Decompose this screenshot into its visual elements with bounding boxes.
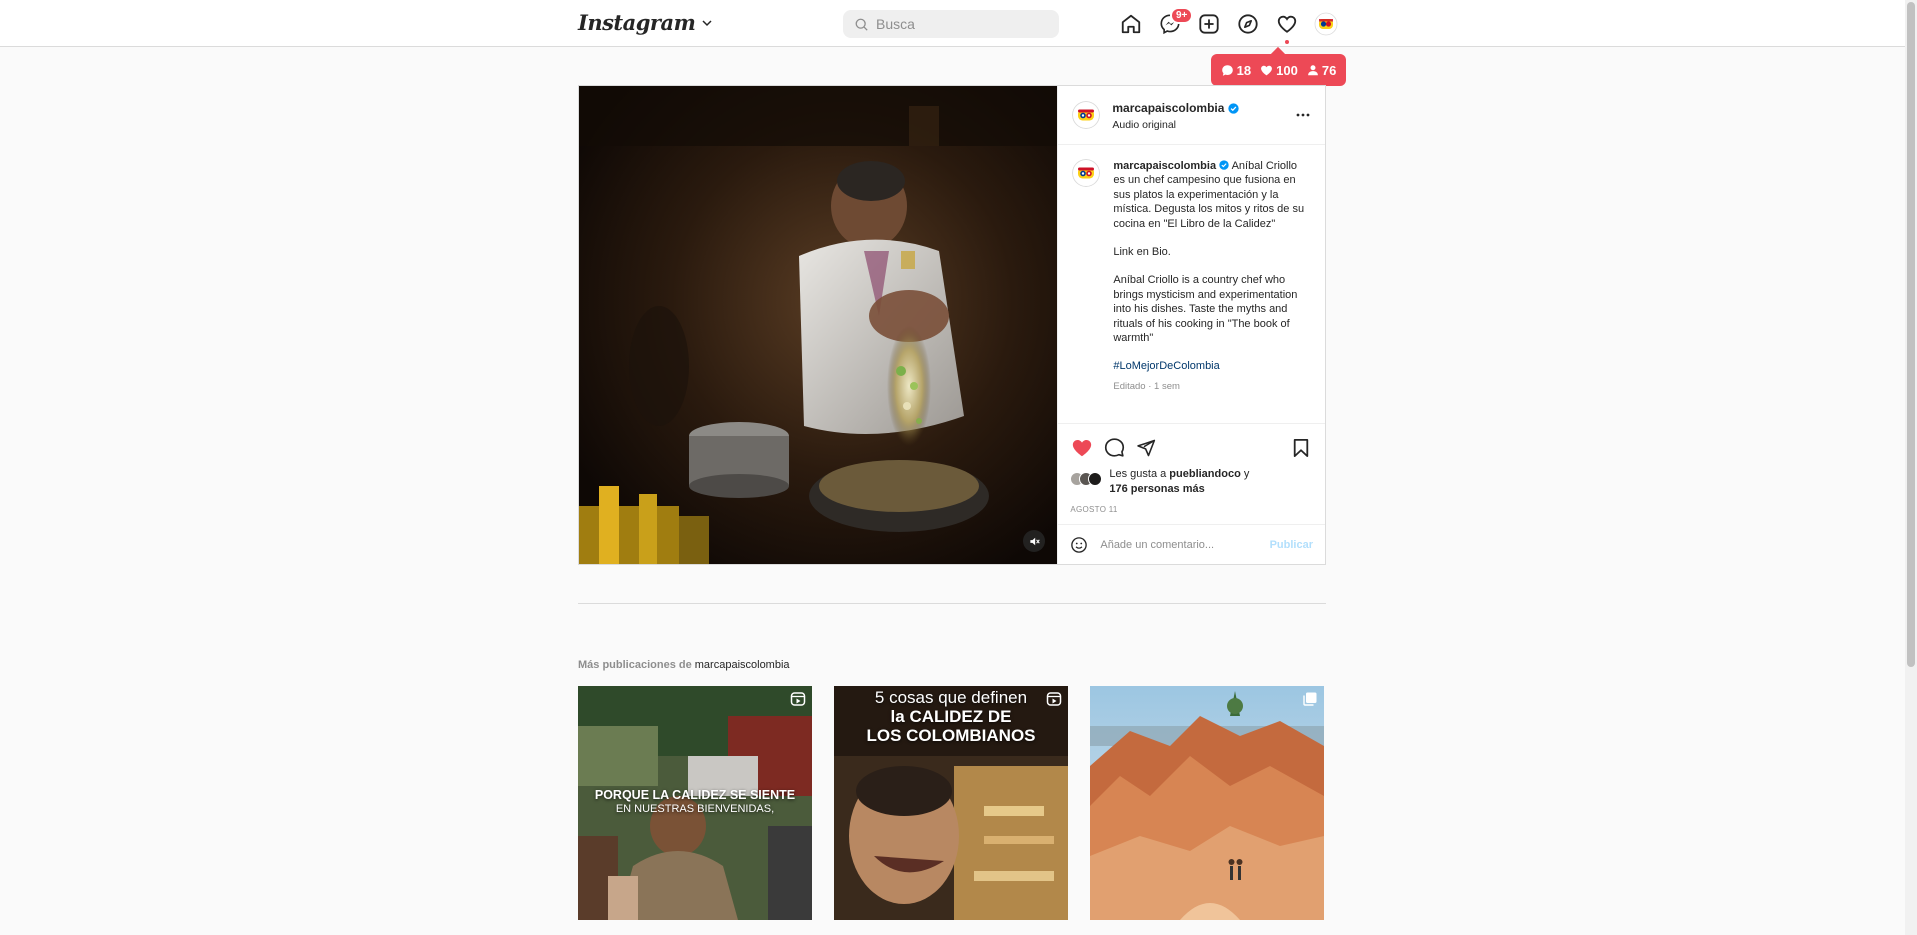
messages-badge: 9+ [1170, 7, 1194, 24]
scrollbar-thumb[interactable] [1907, 2, 1915, 667]
caption-area: marcapaiscolombia Aníbal Criollo es un c… [1058, 145, 1325, 423]
person-icon [1307, 65, 1318, 76]
video-frame [579, 86, 1058, 564]
publish-button[interactable]: Publicar [1270, 539, 1313, 551]
more-posts-username[interactable]: marcapaiscolombia [695, 659, 790, 671]
tip-comments-count: 18 [1236, 62, 1252, 78]
thumb-line: PORQUE LA CALIDEZ SE SIENTE [594, 788, 796, 802]
bookmark-icon [1293, 438, 1309, 457]
chevron-down-icon[interactable] [701, 17, 713, 29]
post-header: marcapaiscolombia Audio original [1058, 86, 1325, 145]
post-date[interactable]: AGOSTO 11 [1058, 501, 1325, 525]
page-scrollbar[interactable] [1905, 0, 1917, 935]
thumb-line: EN NUESTRAS BIENVENIDAS, [615, 803, 775, 815]
likes-others-link[interactable]: 176 personas más [1109, 483, 1204, 495]
section-divider [578, 603, 1326, 604]
thumb-overlay-text: 5 cosas que definen la CALIDEZ DE LOS CO… [834, 688, 1068, 745]
hashtag-link[interactable]: #LoMejorDeColombia [1113, 360, 1219, 372]
caption-meta: Editado · 1 sem [1113, 380, 1180, 392]
reel-icon [1046, 692, 1062, 706]
messenger-icon[interactable]: 9+ [1158, 7, 1194, 36]
post-video[interactable] [579, 86, 1058, 564]
comment-icon [1104, 438, 1124, 457]
caption-avatar[interactable] [1072, 159, 1101, 187]
heart-icon [1261, 65, 1273, 75]
tip-followers-count: 76 [1321, 62, 1337, 78]
tip-likes-count: 100 [1276, 62, 1298, 78]
thumb-line: LOS COLOMBIANOS [866, 726, 1036, 745]
comment-button[interactable] [1102, 436, 1126, 460]
thumb-line: 5 cosas que definen [874, 688, 1028, 707]
activity-heart-icon[interactable] [1275, 12, 1299, 44]
verified-badge-icon [1219, 160, 1229, 170]
heart-filled-icon [1073, 439, 1092, 456]
share-button[interactable] [1134, 436, 1158, 460]
carousel-icon [1303, 692, 1317, 706]
more-options-icon[interactable] [1295, 107, 1311, 123]
save-button[interactable] [1289, 436, 1313, 460]
logo-wordmark: Instagram [578, 10, 696, 35]
tip-followers: 76 [1307, 63, 1336, 78]
post-username-text: marcapaiscolombia [1112, 101, 1225, 115]
activity-tooltip[interactable]: 18 100 76 [1211, 54, 1346, 86]
brand-avatar[interactable] [1072, 101, 1101, 129]
grid-post[interactable]: PORQUE LA CALIDEZ SE SIENTE EN NUESTRAS … [578, 686, 812, 920]
reel-icon [790, 692, 806, 706]
caption-text: marcapaiscolombia Aníbal Criollo es un c… [1113, 159, 1308, 423]
caption-link-line: Link en Bio. [1113, 246, 1171, 259]
nav-icons: 9+ [1119, 7, 1338, 44]
likes-summary: Les gusta a puebliandoco y 176 personas … [1058, 467, 1325, 501]
post-username[interactable]: marcapaiscolombia [1112, 101, 1240, 115]
new-post-icon[interactable] [1197, 12, 1221, 36]
emoji-icon[interactable] [1070, 536, 1088, 554]
post-card: marcapaiscolombia Audio original marcapa… [578, 85, 1326, 565]
thumb-line: la CALIDEZ DE [890, 707, 1012, 726]
liker-avatar[interactable] [1088, 472, 1103, 486]
grid-post[interactable]: 5 cosas que definen la CALIDEZ DE LOS CO… [834, 686, 1068, 920]
top-navigation-bar: Instagram 9+ [0, 0, 1905, 47]
search-input[interactable] [876, 16, 1046, 32]
thumb-overlay-text: PORQUE LA CALIDEZ SE SIENTE EN NUESTRAS … [578, 788, 812, 816]
comment-bubble-icon [1221, 64, 1233, 76]
home-icon[interactable] [1119, 12, 1143, 36]
instagram-logo[interactable]: Instagram [578, 10, 713, 35]
like-button[interactable] [1070, 436, 1094, 460]
tip-likes: 100 [1260, 63, 1298, 78]
post-actions [1058, 423, 1325, 471]
comment-composer: Publicar [1058, 524, 1325, 564]
verified-badge-icon [1228, 102, 1240, 114]
tip-comments: 18 [1221, 63, 1251, 78]
caption-english: Aníbal Criollo is a country chef who bri… [1113, 274, 1301, 345]
notification-dot [1285, 40, 1289, 44]
thumbnail-image [1090, 686, 1324, 920]
paper-plane-icon [1137, 439, 1156, 456]
more-posts-title: Más publicaciones de marcapaiscolombia [578, 659, 790, 671]
audio-label[interactable]: Audio original [1112, 119, 1239, 131]
caption-username[interactable]: marcapaiscolombia [1113, 160, 1216, 172]
post-sidebar: marcapaiscolombia Audio original marcapa… [1057, 86, 1325, 564]
grid-post[interactable] [1090, 686, 1324, 920]
profile-avatar[interactable] [1314, 12, 1338, 36]
more-posts-prefix: Más publicaciones de [578, 659, 692, 671]
explore-icon[interactable] [1236, 12, 1260, 36]
likes-text: Les gusta a puebliandoco y 176 personas … [1109, 467, 1249, 496]
search-icon [855, 18, 868, 31]
search-box[interactable] [843, 10, 1059, 38]
speaker-muted-icon [1030, 537, 1040, 545]
liker-avatars [1070, 472, 1103, 486]
comment-input[interactable] [1100, 538, 1270, 551]
more-posts-grid: PORQUE LA CALIDEZ SE SIENTE EN NUESTRAS … [578, 686, 1326, 920]
